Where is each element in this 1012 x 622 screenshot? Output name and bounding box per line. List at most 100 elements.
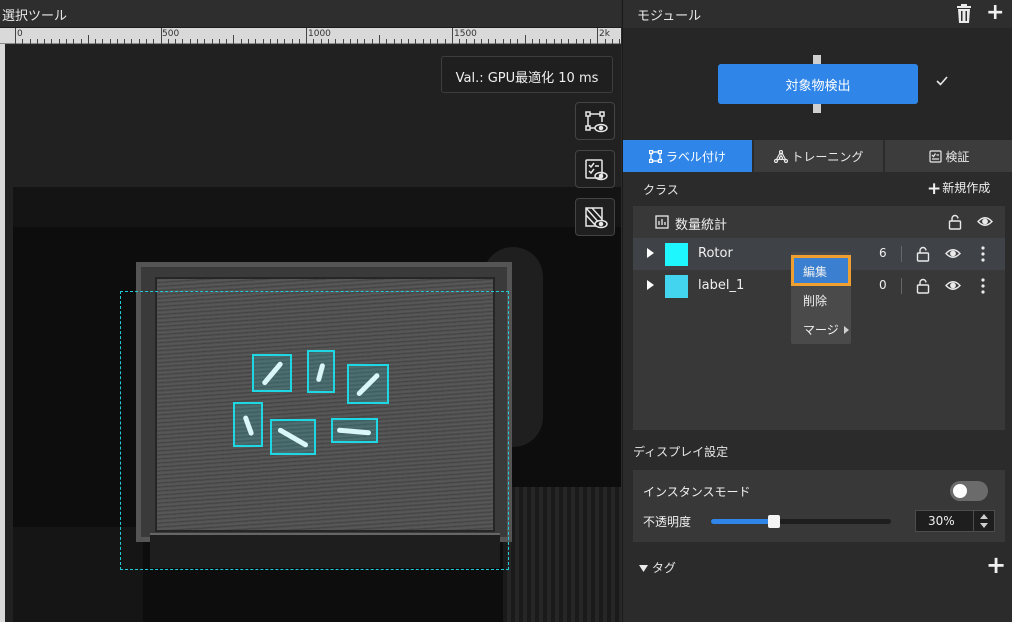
tab-labeling[interactable]: ラベル付け bbox=[623, 140, 752, 172]
detection-box[interactable] bbox=[233, 402, 263, 447]
ruler-tick bbox=[270, 39, 271, 44]
network-icon bbox=[773, 149, 788, 164]
unlock-icon[interactable] bbox=[947, 214, 963, 230]
module-node-object-detection[interactable]: 対象物検出 bbox=[718, 64, 918, 104]
trash-icon[interactable] bbox=[955, 4, 973, 24]
add-tag-icon[interactable]: + bbox=[986, 553, 1006, 577]
tag-label: タグ bbox=[651, 561, 676, 575]
ruler-tick bbox=[102, 39, 103, 44]
ruler-tick bbox=[415, 39, 416, 44]
image-canvas[interactable] bbox=[5, 45, 621, 622]
ruler-label: 500 bbox=[162, 29, 180, 39]
ruler-tick bbox=[532, 39, 533, 44]
expand-icon[interactable] bbox=[647, 280, 654, 290]
menu-item-delete[interactable]: 削除 bbox=[791, 286, 851, 314]
tag-section-heading[interactable]: タグ bbox=[639, 559, 676, 576]
divider bbox=[901, 278, 902, 294]
menu-item-label: マージ bbox=[803, 323, 839, 337]
class-color-swatch[interactable] bbox=[665, 275, 688, 298]
validation-icon bbox=[928, 150, 942, 163]
ruler-tick bbox=[590, 39, 591, 44]
label-tool-icon bbox=[648, 149, 663, 164]
ruler-tick bbox=[168, 39, 169, 44]
bounding-box-visibility-icon bbox=[585, 111, 608, 133]
display-settings: インスタンスモード 不透明度 30% bbox=[633, 470, 1005, 542]
ruler-tick bbox=[131, 39, 132, 44]
chevron-down-icon[interactable] bbox=[980, 523, 988, 528]
class-color-swatch[interactable] bbox=[665, 243, 688, 266]
result-visibility-button[interactable] bbox=[575, 150, 615, 188]
detection-box[interactable] bbox=[331, 418, 378, 443]
ruler-tick bbox=[73, 39, 74, 44]
ruler-tick bbox=[364, 39, 365, 44]
ruler-tick bbox=[445, 39, 446, 44]
ruler-tick bbox=[605, 39, 606, 44]
class-name: label_1 bbox=[698, 278, 745, 293]
checklist-visibility-icon bbox=[585, 159, 608, 181]
tab-label: 検証 bbox=[945, 150, 970, 164]
tab-label: トレーニング bbox=[791, 150, 864, 164]
ruler-tick bbox=[619, 39, 620, 44]
tab-training[interactable]: トレーニング bbox=[754, 140, 883, 172]
check-icon bbox=[936, 76, 948, 86]
ruler-tick bbox=[15, 28, 16, 44]
eye-icon[interactable] bbox=[945, 247, 961, 260]
ruler-tick bbox=[59, 39, 60, 44]
stats-label: 数量統計 bbox=[675, 218, 728, 233]
ruler-tick bbox=[81, 39, 82, 44]
ruler-tick bbox=[212, 39, 213, 44]
display-settings-heading: ディスプレイ設定 bbox=[633, 445, 729, 459]
ruler-tick bbox=[554, 39, 555, 44]
slider-fill bbox=[711, 519, 774, 524]
unlock-icon[interactable] bbox=[915, 278, 931, 294]
ruler-tick bbox=[597, 28, 598, 44]
ruler-tick bbox=[263, 39, 264, 44]
opacity-stepper[interactable]: 30% bbox=[915, 510, 995, 532]
detection-box[interactable] bbox=[252, 354, 292, 392]
ruler-tick bbox=[466, 39, 467, 44]
eye-icon[interactable] bbox=[945, 279, 961, 292]
ruler-tick bbox=[525, 35, 526, 44]
ruler-label: 0 bbox=[17, 29, 23, 39]
ruler-tick bbox=[175, 39, 176, 44]
horizontal-ruler: 0 500 1000 1500 2k bbox=[0, 28, 621, 44]
unlock-icon[interactable] bbox=[915, 246, 931, 262]
ruler-tick bbox=[379, 35, 380, 44]
class-count: 6 bbox=[879, 246, 887, 260]
connector bbox=[813, 104, 821, 113]
tab-validation[interactable]: 検証 bbox=[885, 140, 1012, 172]
mask-visibility-button[interactable] bbox=[575, 198, 615, 236]
ruler-tick bbox=[350, 39, 351, 44]
stepper-buttons bbox=[973, 511, 994, 531]
ruler-tick bbox=[284, 39, 285, 44]
new-class-button[interactable]: +新規作成 bbox=[927, 179, 990, 199]
menu-item-edit[interactable]: 編集 bbox=[791, 255, 851, 286]
instance-mode-toggle[interactable] bbox=[950, 481, 988, 501]
ruler-tick bbox=[583, 39, 584, 44]
ruler-tick bbox=[190, 39, 191, 44]
eye-icon[interactable] bbox=[977, 215, 993, 228]
more-vertical-icon[interactable] bbox=[981, 278, 985, 294]
toggle-knob bbox=[953, 484, 967, 498]
slider-thumb[interactable] bbox=[768, 515, 780, 528]
chevron-right-icon bbox=[843, 326, 849, 334]
detection-box[interactable] bbox=[270, 419, 316, 455]
ruler-tick bbox=[459, 39, 460, 44]
quantity-stats-row[interactable]: 数量統計 bbox=[633, 206, 1005, 238]
ruler-tick bbox=[124, 39, 125, 44]
ruler-tick bbox=[37, 39, 38, 44]
more-vertical-icon[interactable] bbox=[981, 246, 985, 262]
detection-box[interactable] bbox=[347, 364, 389, 404]
chevron-up-icon[interactable] bbox=[980, 514, 988, 519]
bbox-visibility-button[interactable] bbox=[575, 102, 615, 140]
ruler-tick bbox=[408, 39, 409, 44]
add-module-icon[interactable]: + bbox=[986, 2, 1004, 24]
ruler-tick bbox=[328, 39, 329, 44]
expand-icon[interactable] bbox=[647, 248, 654, 258]
class-count: 0 bbox=[879, 278, 887, 292]
opacity-slider[interactable] bbox=[711, 515, 891, 528]
menu-item-merge[interactable]: マージ bbox=[791, 315, 851, 343]
detection-box[interactable] bbox=[307, 350, 335, 393]
ruler-tick bbox=[488, 39, 489, 44]
ruler-label: 1000 bbox=[308, 29, 331, 39]
